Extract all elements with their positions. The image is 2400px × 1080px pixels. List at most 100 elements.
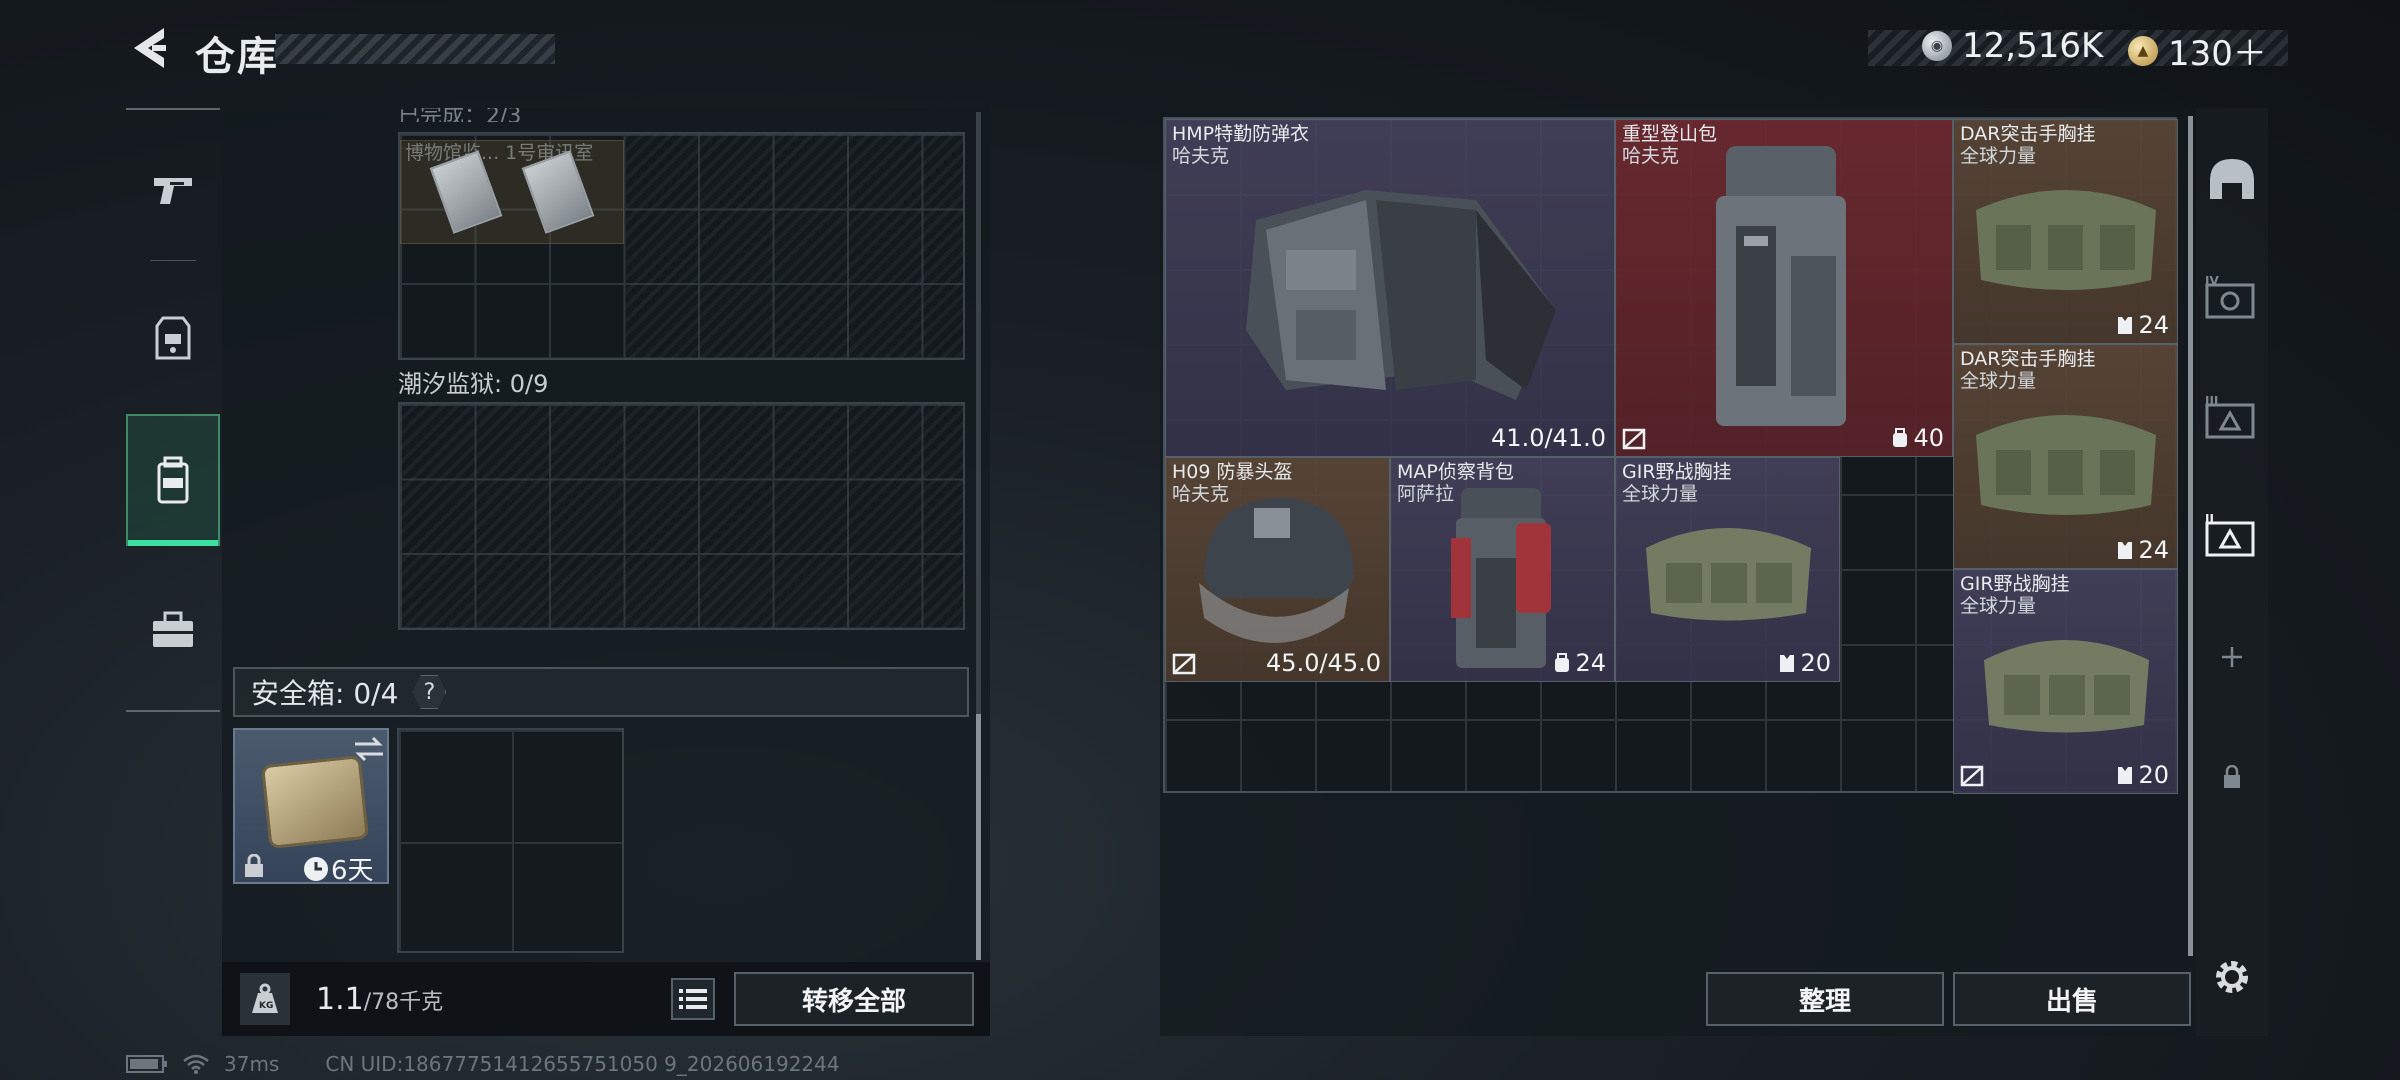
nav-equipment[interactable] [126,278,220,398]
item-chest-rig[interactable]: DAR突击手胸挂 全球力量 24 [1953,119,2178,344]
clock-icon [304,856,328,881]
safe-case-icon [260,755,370,849]
svg-text:KG: KG [259,1001,273,1011]
document-icon [521,150,595,234]
svg-text:II: II [2205,512,2214,526]
wifi-icon [183,1054,209,1074]
item-map: 哈夫克 [1622,145,1680,167]
item-name: GIR野战胸挂 [1960,573,2070,595]
svg-text:III: III [2205,394,2218,408]
grid-ii-icon: II [2205,512,2255,557]
sell-button[interactable]: 出售 [1953,972,2191,1026]
nav-weapon[interactable] [126,130,220,250]
tab-grid-iii[interactable]: III [2202,382,2262,452]
gold-coin-icon: ▲ [2128,35,2158,66]
chest-rig-image [1976,415,2156,515]
tab-grid-ii[interactable]: II [2202,500,2262,570]
silver-currency[interactable]: ◉ 12,516K [1922,26,2103,66]
item-field-rig[interactable]: GIR野战胸挂 全球力量 20 [1615,457,1840,682]
item-name: DAR突击手胸挂 [1960,123,2096,145]
no-repair-icon [1622,428,1646,450]
tab-locked[interactable] [2202,742,2262,812]
item-map: 阿萨拉 [1397,483,1455,505]
capacity-icon [1555,653,1570,672]
safe-box-item[interactable]: 6天 [233,728,389,886]
item-map: 全球力量 [1622,483,1699,505]
page-title: 仓库 [195,34,279,80]
grid-iii-icon: III [2205,394,2255,439]
item-capacity: 40 [1891,424,1944,452]
item-name: HMP特勤防弹衣 [1172,123,1310,145]
silver-coin-icon: ◉ [1922,31,1952,61]
item-map: 哈夫克 [1172,483,1230,505]
expiry-days: 6天 [331,856,374,886]
capacity-icon [1893,428,1908,447]
vest-capacity-icon [1780,655,1795,672]
item-recon-backpack[interactable]: MAP侦察背包 阿萨拉 24 [1390,457,1615,682]
container-tabs [2196,108,2268,1036]
sort-button[interactable]: 整理 [1706,972,1944,1026]
armor-icon [155,316,191,360]
battery-icon [126,1055,167,1073]
recon-backpack-image [1451,488,1551,668]
armor-vest-image [1246,190,1556,400]
item-capacity: 20 [1778,649,1831,677]
weight-readout: 1.1/78千克 [316,982,443,1017]
nav-backpack[interactable] [126,414,220,546]
item-capacity-value: 20 [1800,649,1831,677]
inventory-grid[interactable]: HMP特勤防弹衣 哈夫克 41.0/41.0 重型登山包 哈夫克 40 DAR突… [1163,117,2178,794]
document-icon [429,150,503,234]
back-icon[interactable] [126,24,170,72]
backpack-icon [157,456,189,504]
item-field-rig[interactable]: GIR野战胸挂 全球力量 20 [1953,569,2178,794]
list-view-button[interactable] [671,978,715,1020]
list-icon [679,989,707,1009]
settings-button[interactable] [2202,942,2262,1012]
stash-scrollbar[interactable] [976,714,981,960]
silver-currency-value: 12,516K [1962,26,2104,66]
item-capacity-value: 24 [2138,311,2169,339]
prison-grid[interactable] [398,402,965,630]
chest-rig-image [1976,190,2156,290]
item-capacity-value: 24 [2138,536,2169,564]
nav-case[interactable] [126,570,220,690]
item-name: MAP侦察背包 [1397,461,1514,483]
item-map: 全球力量 [1960,145,2037,167]
tab-add[interactable] [2202,622,2262,692]
field-rig-image [1646,528,1811,621]
inventory-scrollbar[interactable] [2188,116,2193,956]
safe-box-grid[interactable] [397,728,624,953]
field-rig-image [1984,640,2149,733]
item-name: DAR突击手胸挂 [1960,348,2096,370]
vest-capacity-icon [2118,767,2133,784]
swap-icon[interactable] [353,736,385,762]
item-chest-rig[interactable]: DAR突击手胸挂 全球力量 24 [1953,344,2178,569]
tab-helmet-slot[interactable] [2202,144,2262,214]
help-button[interactable]: ? [412,675,447,709]
loot-item[interactable] [400,140,624,244]
item-durability: 45.0/45.0 [1266,649,1381,677]
svg-text:IV: IV [2205,274,2219,288]
lock-icon [2224,765,2240,788]
item-capacity: 24 [1553,649,1606,677]
item-capacity-value: 24 [1575,649,1606,677]
uid-text: CN UID:18677751412655751050 9_2026061922… [325,1052,840,1076]
safe-box-label: 安全箱: 0/4 [251,677,399,710]
item-capacity-value: 40 [1913,424,1944,452]
section-label: 已完成：2/3 [398,104,522,122]
gold-currency[interactable]: ▲ 130＋ [2128,26,2267,75]
gold-currency-value: 130＋ [2168,34,2267,74]
item-name: 重型登山包 [1622,123,1718,145]
weight-total: /78千克 [363,990,444,1015]
tab-grid-iv[interactable]: IV [2202,262,2262,332]
item-heavy-backpack[interactable]: 重型登山包 哈夫克 40 [1615,119,1953,457]
weight-icon: KG [240,973,290,1025]
helmet-image [1199,498,1354,643]
transfer-all-button[interactable]: 转移全部 [734,972,974,1026]
item-capacity: 24 [2116,311,2169,339]
item-armor-vest[interactable]: HMP特勤防弹衣 哈夫克 41.0/41.0 [1165,119,1615,457]
item-name: H09 防暴头盔 [1172,461,1293,483]
prison-label: 潮汐监狱: 0/9 [398,370,549,398]
item-helmet[interactable]: H09 防暴头盔 哈夫克 45.0/45.0 [1165,457,1390,682]
item-map: 哈夫克 [1172,145,1230,167]
